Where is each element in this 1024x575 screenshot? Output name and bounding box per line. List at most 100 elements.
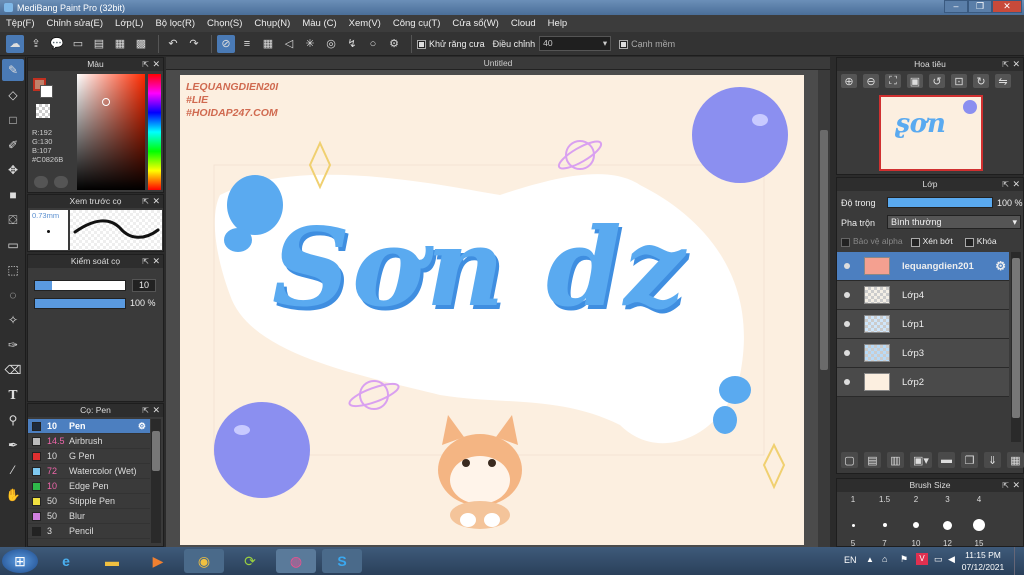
canvas-vertical-scrollbar[interactable] xyxy=(818,70,830,547)
close-icon[interactable]: ✕ xyxy=(152,195,160,208)
menu-select[interactable]: Chọn(S) xyxy=(207,18,242,29)
move-tool-icon[interactable]: ✥ xyxy=(2,159,24,181)
rotate-right-icon[interactable]: ↻ xyxy=(973,74,989,88)
eyedropper-tool-icon[interactable]: ✒ xyxy=(2,434,24,456)
size-2[interactable]: 2 xyxy=(904,495,928,504)
menu-file[interactable]: Tệp(F) xyxy=(6,18,35,29)
maximize-button[interactable]: ❐ xyxy=(968,0,992,13)
tray-volume-icon[interactable]: ◀ xyxy=(948,554,955,565)
close-icon[interactable]: ✕ xyxy=(152,404,160,417)
scroll-thumb[interactable] xyxy=(1012,258,1020,418)
perspective-snap-icon[interactable]: ◁ xyxy=(280,35,298,53)
protect-alpha-checkbox[interactable] xyxy=(841,237,850,247)
redo-icon[interactable]: ↷ xyxy=(185,35,203,53)
layer-property-icon[interactable]: ▦ xyxy=(1007,452,1024,468)
app-green-icon[interactable]: ⟳ xyxy=(230,549,270,573)
layer-item[interactable]: Lớp3 xyxy=(837,339,1009,368)
ellipse-icon[interactable]: ○ xyxy=(364,35,382,53)
size-4[interactable]: 4 xyxy=(967,495,991,504)
clipping-checkbox[interactable] xyxy=(910,237,920,247)
actual-size-icon[interactable]: ▣ xyxy=(907,74,923,88)
show-desktop-button[interactable] xyxy=(1014,547,1024,575)
cross-snap-icon[interactable]: ▦ xyxy=(259,35,277,53)
tray-network-icon[interactable]: ⌂ xyxy=(882,554,887,564)
layer-scrollbar[interactable] xyxy=(1011,252,1021,442)
menu-color[interactable]: Màu (C) xyxy=(302,18,336,29)
cloud-icon[interactable]: ☁ xyxy=(6,34,24,53)
color-palette-icon[interactable] xyxy=(54,176,68,188)
gear-icon[interactable]: ⚙ xyxy=(995,259,1006,273)
text-tool-icon[interactable]: T xyxy=(2,384,24,406)
scroll-thumb[interactable] xyxy=(820,130,828,370)
select-eraser-icon[interactable]: ⌫ xyxy=(2,359,24,381)
snap-off-icon[interactable]: ⊘ xyxy=(217,34,235,53)
fit-icon[interactable]: ⛶ xyxy=(885,74,901,88)
eyedropper2-tool-icon[interactable]: ⁄ xyxy=(2,459,24,481)
settings-icon[interactable]: ⚙ xyxy=(385,35,403,53)
dot-4-icon[interactable] xyxy=(936,520,960,530)
new-8bit-layer-icon[interactable]: ▥ xyxy=(887,452,904,468)
layer-item[interactable]: Lớp1 xyxy=(837,310,1009,339)
dot-1-icon[interactable] xyxy=(841,523,865,527)
float-icon[interactable]: ⇱ xyxy=(1002,479,1009,492)
antialias-checkbox[interactable] xyxy=(417,40,426,49)
brush-item-g-pen[interactable]: 10 G Pen xyxy=(28,449,150,464)
zoom-out-icon[interactable]: ⊖ xyxy=(863,74,879,88)
circle-snap-icon[interactable]: ◎ xyxy=(322,35,340,53)
eraser-tool-icon[interactable]: ◇ xyxy=(2,84,24,106)
grid-icon[interactable]: ▩ xyxy=(132,35,150,53)
menu-window[interactable]: Cửa sổ(W) xyxy=(452,18,498,29)
dot-tool-icon[interactable]: □ xyxy=(2,109,24,131)
transparent-swatch[interactable] xyxy=(36,104,50,118)
eye-icon[interactable] xyxy=(844,263,850,269)
dot-5-icon[interactable] xyxy=(967,519,991,531)
float-icon[interactable]: ⇱ xyxy=(1002,58,1009,71)
select-pen-icon[interactable]: ✑ xyxy=(2,334,24,356)
layer-item[interactable]: lequangdien201 ⚙ xyxy=(837,252,1009,281)
close-icon[interactable]: ✕ xyxy=(152,58,160,71)
media-player-icon[interactable]: ▶ xyxy=(138,549,178,573)
chat-icon[interactable]: ▭ xyxy=(69,35,87,53)
curve-snap-icon[interactable]: ↯ xyxy=(343,35,361,53)
float-icon[interactable]: ⇱ xyxy=(142,404,149,417)
size-1[interactable]: 1 xyxy=(841,495,865,504)
tray-flag-icon[interactable]: ⚑ xyxy=(900,554,908,565)
eye-icon[interactable] xyxy=(844,350,850,356)
folder-icon[interactable]: ▬ xyxy=(938,452,955,468)
operation-tool-icon[interactable]: ⚲ xyxy=(2,409,24,431)
scroll-thumb[interactable] xyxy=(152,431,160,471)
layer-opacity-slider[interactable] xyxy=(887,197,993,208)
navigator-thumbnail[interactable]: ʂơn xyxy=(879,95,983,171)
drawing-canvas[interactable]: LEQUANGDIEN20I #LIE #HOIDAP247.COM Sơn d… xyxy=(180,75,804,545)
size-3[interactable]: 3 xyxy=(936,495,960,504)
lasso-tool-icon[interactable]: ◌ xyxy=(2,284,24,306)
close-button[interactable]: ✕ xyxy=(992,0,1022,13)
select-tool-icon[interactable]: ⬚ xyxy=(2,259,24,281)
brush-size-value[interactable]: 10 xyxy=(132,279,156,292)
close-icon[interactable]: ✕ xyxy=(1012,58,1020,71)
minimize-button[interactable]: – xyxy=(944,0,968,13)
close-icon[interactable]: ✕ xyxy=(152,255,160,268)
menu-view[interactable]: Xem(V) xyxy=(349,18,381,29)
layer-item[interactable]: Lớp2 xyxy=(837,368,1009,397)
close-icon[interactable]: ✕ xyxy=(1012,178,1020,191)
fill-tool-icon[interactable]: ⛋ xyxy=(2,209,24,231)
zoom-in-icon[interactable]: ⊕ xyxy=(841,74,857,88)
comment-icon[interactable]: 💬 xyxy=(48,35,66,53)
start-icon[interactable]: ⊞ xyxy=(2,549,38,573)
float-icon[interactable]: ⇱ xyxy=(142,58,149,71)
brush-item-airbrush[interactable]: 14.5 Airbrush xyxy=(28,434,150,449)
brush-item-pencil[interactable]: 3 Pencil xyxy=(28,524,150,539)
eye-icon[interactable] xyxy=(844,379,850,385)
saturation-value-picker[interactable] xyxy=(77,74,145,190)
shape-tool-icon[interactable]: ■ xyxy=(2,184,24,206)
menu-cloud[interactable]: Cloud xyxy=(511,18,536,29)
color-mode-icon[interactable] xyxy=(34,176,48,188)
float-icon[interactable]: ⇱ xyxy=(142,195,149,208)
gear-icon[interactable]: ⚙ xyxy=(138,421,146,432)
eye-icon[interactable] xyxy=(844,321,850,327)
blur-tool-icon[interactable]: ✐ xyxy=(2,134,24,156)
dot-2-icon[interactable] xyxy=(873,523,897,527)
magic-wand-icon[interactable]: ✧ xyxy=(2,309,24,331)
layout-icon[interactable]: ▦ xyxy=(111,35,129,53)
